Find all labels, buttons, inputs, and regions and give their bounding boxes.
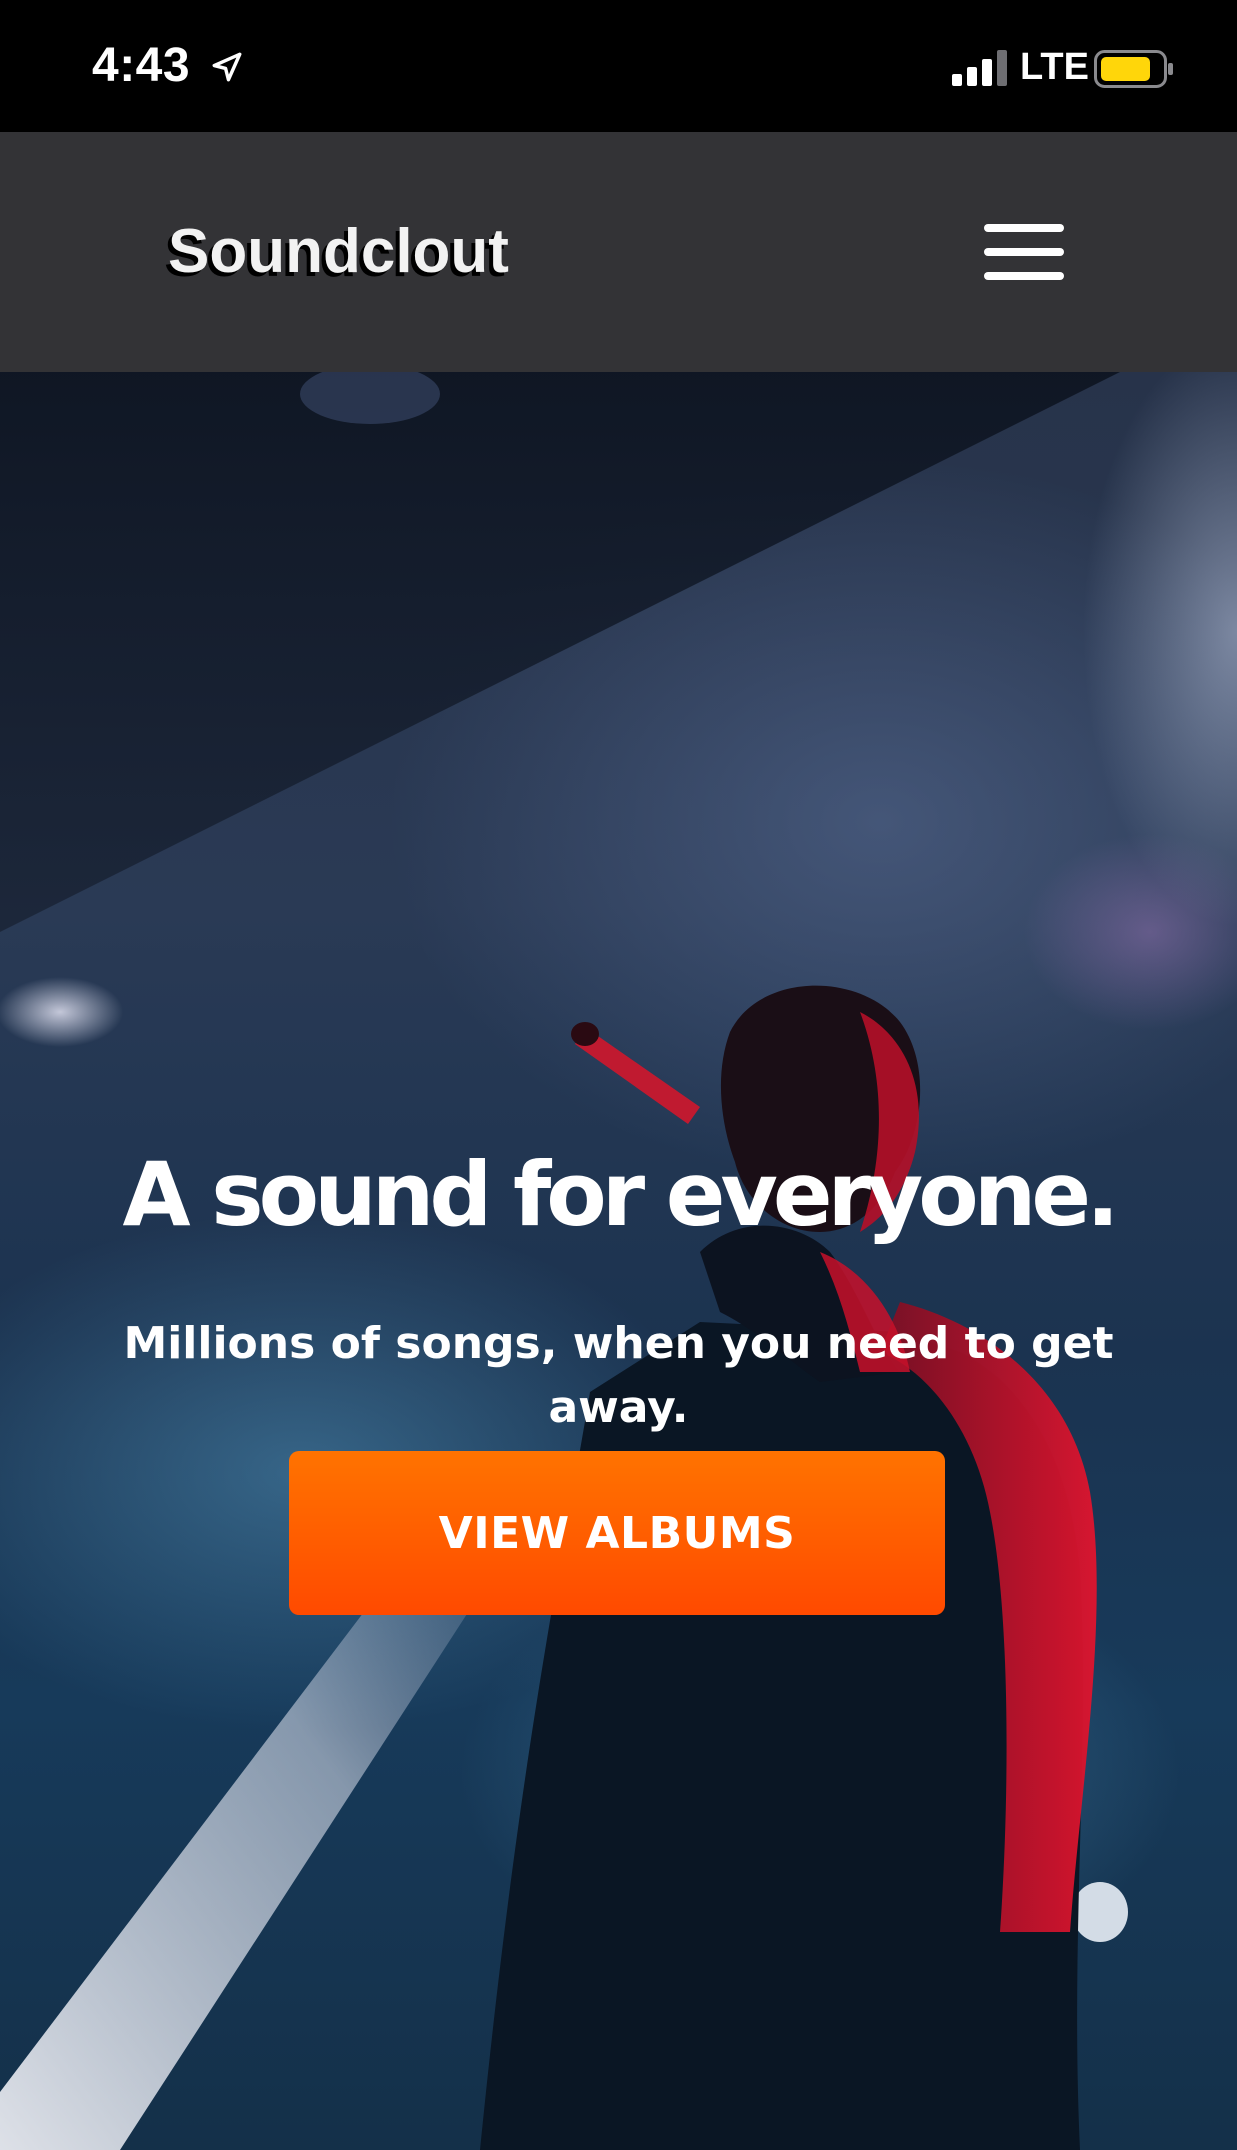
location-arrow-icon xyxy=(212,52,242,82)
battery-icon xyxy=(1094,50,1173,88)
status-bar: 4:43 LTE xyxy=(0,0,1237,132)
hero-title: A sound for everyone. xyxy=(122,1142,1120,1246)
navbar: Soundclout xyxy=(0,132,1237,372)
menu-line xyxy=(984,248,1064,256)
performer-silhouette xyxy=(480,985,1097,2150)
brand-logo[interactable]: Soundclout xyxy=(168,216,509,287)
app-screen: 4:43 LTE Soundclout A sound for everyone… xyxy=(0,0,1237,2150)
status-time: 4:43 xyxy=(92,39,191,92)
cellular-signal-icon xyxy=(952,50,1007,86)
menu-line xyxy=(984,224,1064,232)
hamburger-menu-icon[interactable] xyxy=(984,224,1064,280)
menu-line xyxy=(984,272,1064,280)
hero-section: A sound for everyone. Millions of songs,… xyxy=(0,372,1237,2150)
view-albums-button[interactable]: VIEW ALBUMS xyxy=(289,1451,945,1615)
network-type: LTE xyxy=(1020,46,1089,88)
hero-subtitle: Millions of songs, when you need to get … xyxy=(123,1318,1114,1433)
